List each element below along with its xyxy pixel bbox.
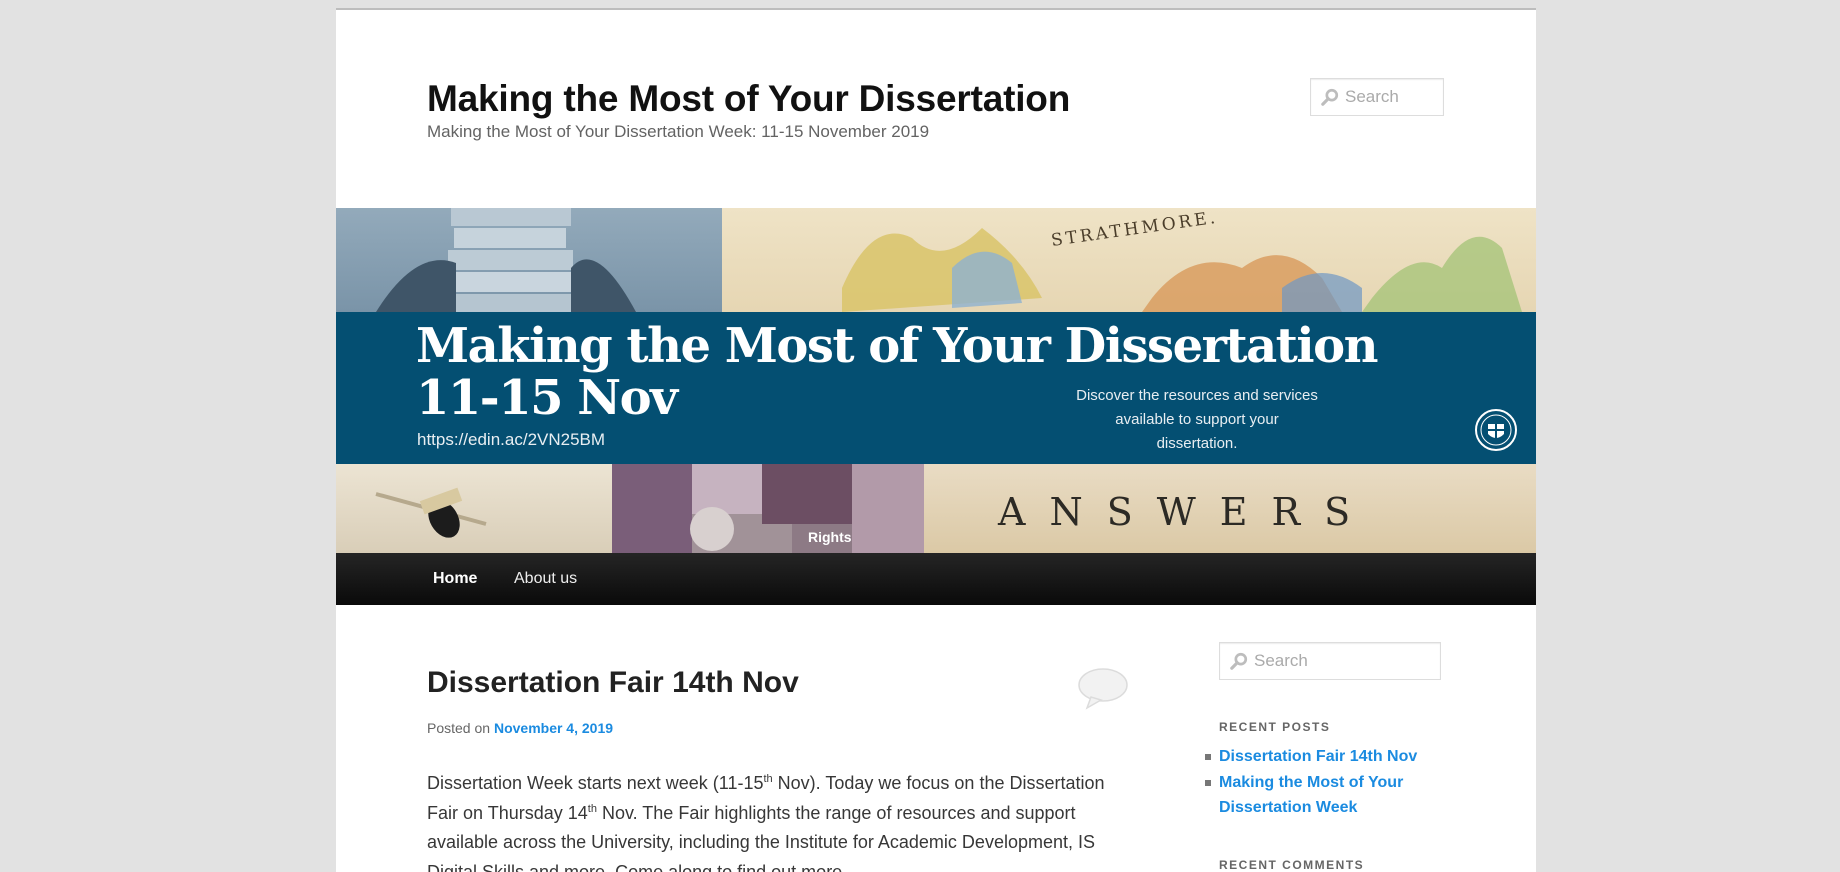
recent-post-item: Making the Most of Your Dissertation Wee…	[1205, 770, 1449, 821]
university-crest-icon	[1475, 409, 1517, 451]
recent-post-link[interactable]: Making the Most of Your Dissertation Wee…	[1219, 774, 1403, 817]
recent-posts-list: Dissertation Fair 14th Nov Making the Mo…	[1205, 744, 1449, 821]
banner-dates: 11-15 Nov	[416, 370, 678, 426]
post-body: Dissertation Week starts next week (11-1…	[427, 773, 1105, 872]
header-banner-image[interactable]: STRATHMORE. Rights Making the Most of Yo…	[336, 208, 1536, 553]
posted-on-label: Posted on	[427, 720, 491, 736]
comment-bubble-icon[interactable]	[1077, 666, 1129, 710]
nav-home-link[interactable]: Home	[433, 553, 477, 605]
svg-text:STRATHMORE.: STRATHMORE.	[1050, 208, 1219, 251]
banner-blurb: Discover the resources and services avai…	[1076, 387, 1318, 452]
sidebar-search-input[interactable]	[1254, 643, 1434, 679]
post-date-link[interactable]: November 4, 2019	[494, 720, 613, 736]
recent-post-link[interactable]: Dissertation Fair 14th Nov	[1219, 748, 1417, 765]
banner-books-photo	[336, 208, 722, 312]
bullet-icon	[1205, 779, 1211, 786]
sidebar-search-box[interactable]	[1219, 642, 1441, 680]
banner-map-illustration: STRATHMORE.	[722, 208, 1536, 312]
banner-title: Making the Most of Your Dissertation	[416, 318, 1378, 374]
post-title[interactable]: Dissertation Fair 14th Nov	[427, 666, 799, 700]
banner-answers-text: ANSWERS	[998, 490, 1375, 534]
page-container: Making the Most of Your Dissertation Mak…	[336, 8, 1536, 872]
banner-url: https://edin.ac/2VN25BM	[417, 430, 606, 449]
nav-about-link[interactable]: About us	[514, 553, 577, 605]
header-search-input[interactable]	[1345, 79, 1437, 115]
search-icon	[1321, 88, 1339, 106]
bullet-icon	[1205, 754, 1211, 760]
recent-posts-heading: RECENT POSTS	[1219, 720, 1331, 734]
site-description: Making the Most of Your Dissertation Wee…	[427, 122, 930, 141]
main-navigation: Home About us	[336, 553, 1536, 605]
post-meta: Posted on November 4, 2019	[427, 720, 613, 736]
search-icon	[1230, 652, 1248, 670]
recent-post-item: Dissertation Fair 14th Nov	[1205, 744, 1449, 770]
banner-manuscript-photo	[336, 464, 612, 553]
svg-text:Rights: Rights	[808, 529, 852, 545]
header-search-box[interactable]	[1310, 78, 1444, 116]
site-title[interactable]: Making the Most of Your Dissertation	[427, 78, 1070, 120]
banner-collage-photo: Rights	[612, 464, 924, 553]
